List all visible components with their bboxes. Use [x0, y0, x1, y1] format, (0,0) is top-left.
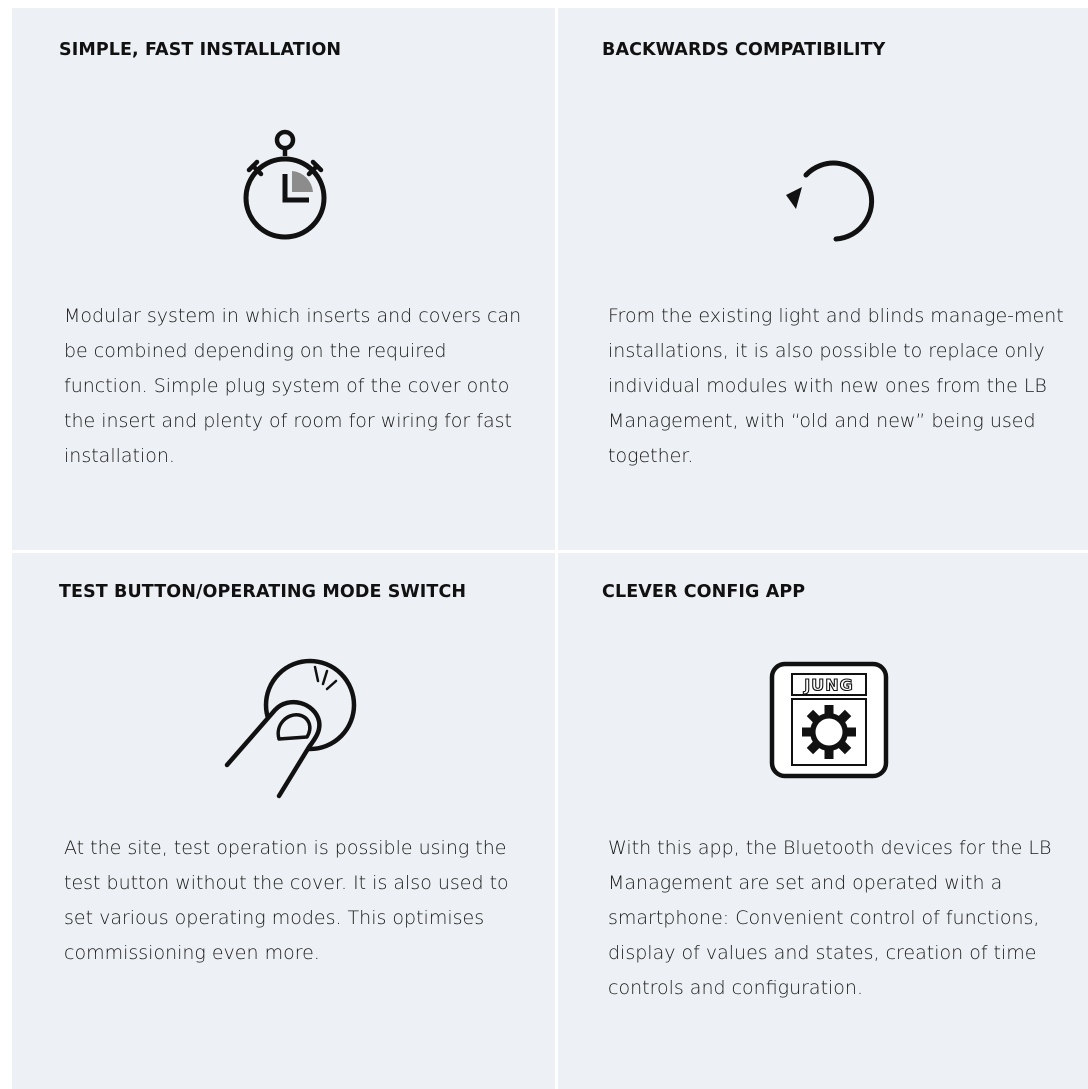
feature-card-simple-fast-installation: SIMPLE, FAST INSTALLATION Modular system… [12, 8, 555, 550]
feature-card-test-button: TEST BUTTON/OPERATING MODE SWITCH At the… [12, 553, 555, 1089]
jung-logo-text: JUNG [803, 676, 853, 695]
feature-title: BACKWARDS COMPATIBILITY [602, 40, 886, 60]
stopwatch-icon [243, 129, 327, 240]
feature-card-clever-config-app: CLEVER CONFIG APP JUNG With this app, th… [558, 553, 1088, 1089]
feature-description: At the site, test operation is possible … [64, 837, 509, 964]
feature-card-backwards-compatibility: BACKWARDS COMPATIBILITY From the existin… [558, 8, 1088, 550]
feature-description: From the existing light and blinds manag… [608, 305, 1064, 467]
jung-app-gear-icon: JUNG [769, 661, 889, 779]
circular-arrow-icon [786, 160, 875, 242]
finger-press-button-icon [224, 658, 357, 799]
feature-description: Modular system in which inserts and cove… [64, 305, 522, 467]
feature-title: TEST BUTTON/OPERATING MODE SWITCH [59, 582, 467, 602]
feature-title: CLEVER CONFIG APP [602, 582, 806, 602]
feature-description: With this app, the Bluetooth devices for… [608, 837, 1052, 999]
feature-title: SIMPLE, FAST INSTALLATION [59, 40, 342, 60]
